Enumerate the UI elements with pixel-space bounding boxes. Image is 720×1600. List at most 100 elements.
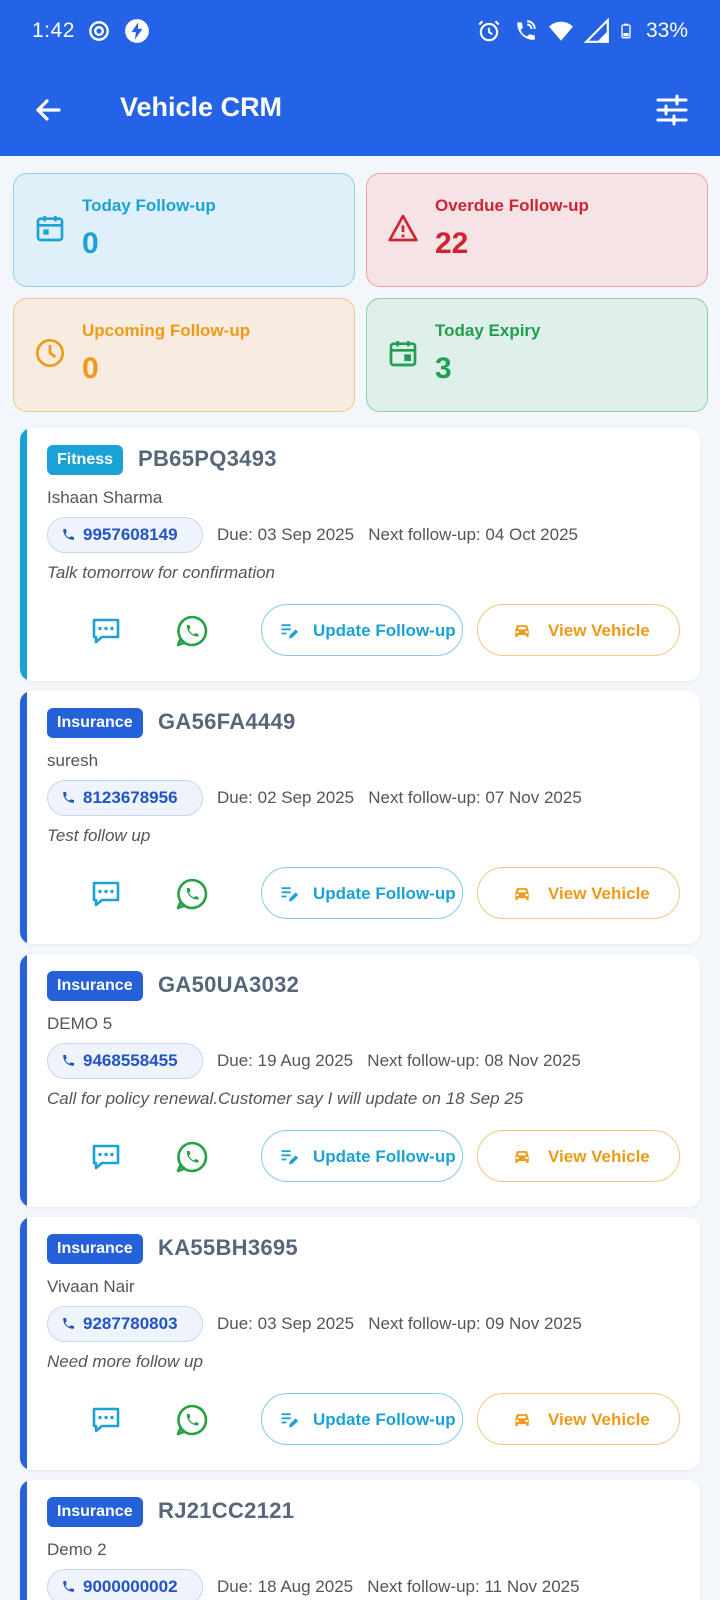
upcoming-followup-card[interactable]: Upcoming Follow-up 0 <box>13 298 355 412</box>
phone-chip[interactable]: 8123678956 <box>47 780 203 816</box>
followup-note: Call for policy renewal.Customer say I w… <box>47 1089 524 1108</box>
view-vehicle-label: View Vehicle <box>548 1410 650 1429</box>
followup-card[interactable]: Insurance GA56FA4449 suresh 8123678956 D… <box>20 691 700 944</box>
update-followup-button[interactable]: Update Follow-up <box>261 1130 463 1182</box>
gear-status-icon <box>89 21 109 41</box>
phone-icon <box>63 792 74 803</box>
vehicle-number: PB65PQ3493 <box>138 446 277 471</box>
phone-icon <box>63 1318 74 1329</box>
overdue-followup-label: Overdue Follow-up <box>435 196 589 215</box>
today-followup-label: Today Follow-up <box>82 196 216 215</box>
alarm-icon <box>478 20 500 42</box>
vehicle-number: GA56FA4449 <box>158 709 296 734</box>
phone-number: 9957608149 <box>83 525 178 544</box>
phone-chip[interactable]: 9287780803 <box>47 1306 203 1342</box>
customer-name: Ishaan Sharma <box>47 488 163 507</box>
update-followup-label: Update Follow-up <box>313 1147 456 1166</box>
battery-icon <box>621 23 631 39</box>
followup-card[interactable]: Insurance KA55BH3695 Vivaan Nair 9287780… <box>20 1217 700 1470</box>
view-vehicle-label: View Vehicle <box>548 884 650 903</box>
customer-name: Vivaan Nair <box>47 1277 135 1296</box>
whatsapp-icon[interactable] <box>172 1137 212 1177</box>
today-expiry-label: Today Expiry <box>435 321 541 340</box>
message-icon[interactable] <box>86 874 126 914</box>
status-bar: 1:42 33% <box>0 0 720 64</box>
calendar-icon <box>36 216 64 242</box>
type-stripe <box>20 428 27 681</box>
due-next-followup: Due: 19 Aug 2025 Next follow-up: 08 Nov … <box>217 1051 581 1070</box>
phone-number: 9000000002 <box>83 1577 178 1596</box>
today-followup-card[interactable]: Today Follow-up 0 <box>13 173 355 287</box>
flash-status-icon <box>125 19 149 43</box>
status-time: 1:42 <box>32 19 75 42</box>
overdue-followup-card[interactable]: Overdue Follow-up 22 <box>366 173 708 287</box>
warning-icon <box>388 214 418 242</box>
message-icon[interactable] <box>86 1400 126 1440</box>
message-icon[interactable] <box>86 1137 126 1177</box>
vehicle-number: KA55BH3695 <box>158 1235 298 1260</box>
update-followup-button[interactable]: Update Follow-up <box>261 1393 463 1445</box>
page-title: Vehicle CRM <box>120 92 283 122</box>
wifi-icon <box>549 21 573 41</box>
whatsapp-icon[interactable] <box>172 1400 212 1440</box>
today-expiry-card[interactable]: Today Expiry 3 <box>366 298 708 412</box>
view-vehicle-button[interactable]: View Vehicle <box>477 604 680 656</box>
type-stripe <box>20 1217 27 1470</box>
view-vehicle-button[interactable]: View Vehicle <box>477 1130 680 1182</box>
vehicle-number: RJ21CC2121 <box>158 1498 295 1523</box>
type-badge: Insurance <box>47 1497 143 1527</box>
event-icon <box>389 341 417 367</box>
followup-note: Test follow up <box>47 826 151 845</box>
phone-chip[interactable]: 9957608149 <box>47 517 203 553</box>
phone-icon <box>63 529 74 540</box>
type-stripe <box>20 691 27 944</box>
car-icon <box>515 1151 529 1163</box>
followup-note: Need more follow up <box>47 1352 203 1371</box>
today-expiry-count: 3 <box>435 352 452 385</box>
phone-icon <box>63 1581 74 1592</box>
type-badge: Insurance <box>47 1234 143 1264</box>
edit-note-icon <box>281 887 299 902</box>
phone-chip[interactable]: 9468558455 <box>47 1043 203 1079</box>
due-next-followup: Due: 03 Sep 2025 Next follow-up: 04 Oct … <box>217 525 579 544</box>
update-followup-button[interactable]: Update Follow-up <box>261 867 463 919</box>
customer-name: DEMO 5 <box>47 1014 113 1033</box>
due-next-followup: Due: 03 Sep 2025 Next follow-up: 09 Nov … <box>217 1314 582 1333</box>
back-arrow-icon[interactable] <box>28 90 68 130</box>
signal-icon <box>583 18 609 43</box>
upcoming-followup-label: Upcoming Follow-up <box>82 321 251 340</box>
type-stripe <box>20 954 27 1207</box>
update-followup-label: Update Follow-up <box>313 1410 456 1429</box>
phone-chip[interactable]: 9000000002 <box>47 1569 203 1600</box>
today-followup-count: 0 <box>82 227 99 260</box>
type-badge: Insurance <box>47 971 143 1001</box>
view-vehicle-button[interactable]: View Vehicle <box>477 1393 680 1445</box>
clock-icon <box>36 339 64 367</box>
upcoming-followup-count: 0 <box>82 352 99 385</box>
filter-icon[interactable] <box>652 90 692 130</box>
type-stripe <box>20 1480 27 1600</box>
view-vehicle-label: View Vehicle <box>548 621 650 640</box>
car-icon <box>515 1414 529 1426</box>
edit-note-icon <box>281 1413 299 1428</box>
message-icon[interactable] <box>86 611 126 651</box>
vehicle-number: GA50UA3032 <box>158 972 300 997</box>
view-vehicle-button[interactable]: View Vehicle <box>477 867 680 919</box>
update-followup-button[interactable]: Update Follow-up <box>261 604 463 656</box>
view-vehicle-label: View Vehicle <box>548 1147 650 1166</box>
car-icon <box>515 888 529 900</box>
followup-card[interactable]: Fitness PB65PQ3493 Ishaan Sharma 9957608… <box>20 428 700 681</box>
followup-note: Talk tomorrow for confirmation <box>47 563 276 582</box>
customer-name: suresh <box>47 751 99 770</box>
whatsapp-icon[interactable] <box>172 874 212 914</box>
followup-card[interactable]: Insurance GA50UA3032 DEMO 5 9468558455 D… <box>20 954 700 1207</box>
update-followup-label: Update Follow-up <box>313 884 456 903</box>
battery-percentage: 33% <box>645 19 688 42</box>
type-badge: Insurance <box>47 708 143 738</box>
phone-icon <box>63 1055 74 1066</box>
app-bar: Vehicle CRM <box>0 64 720 156</box>
followup-card[interactable]: Insurance RJ21CC2121 Demo 2 9000000002 D… <box>20 1480 700 1600</box>
whatsapp-icon[interactable] <box>172 611 212 651</box>
update-followup-label: Update Follow-up <box>313 621 456 640</box>
phone-number: 9287780803 <box>83 1314 178 1333</box>
